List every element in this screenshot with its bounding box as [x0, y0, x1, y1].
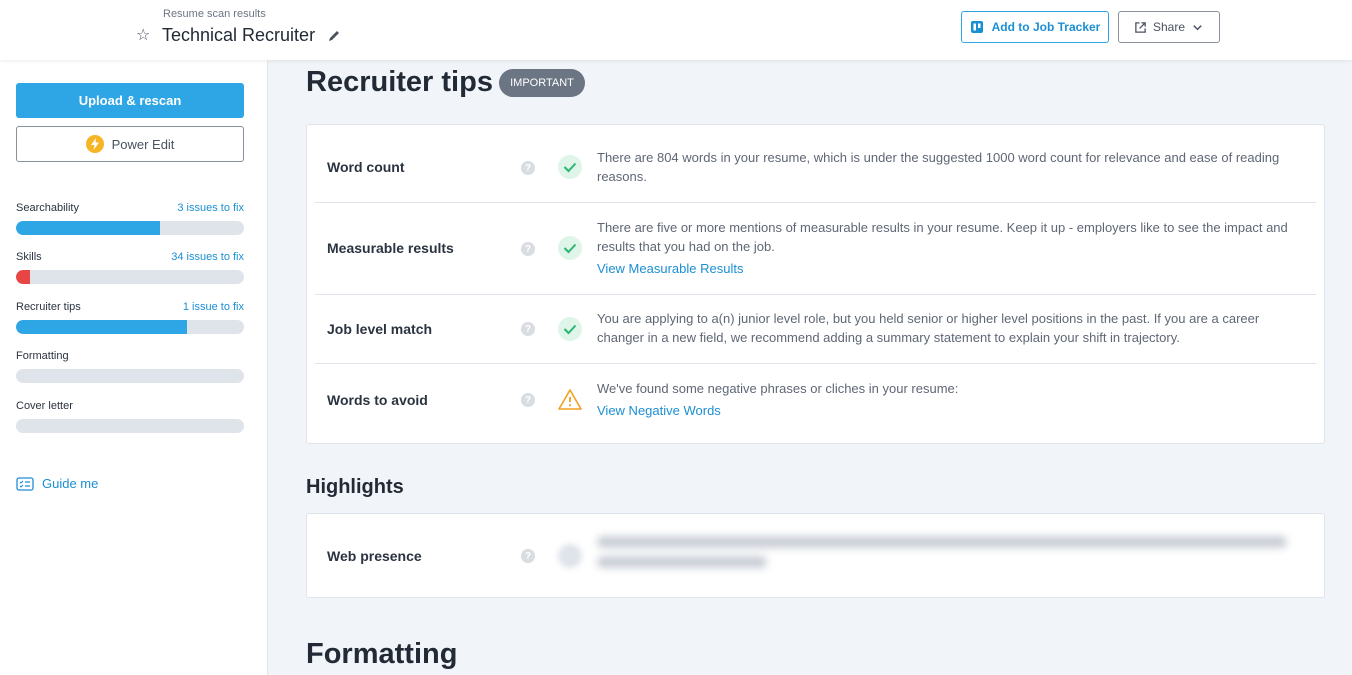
progress-bar [16, 419, 244, 433]
metric-issues-link[interactable]: 3 issues to fix [177, 202, 244, 216]
tip-label: Job level match [327, 321, 433, 337]
upload-rescan-button[interactable]: Upload & rescan [16, 83, 244, 118]
tip-label: Word count [327, 159, 405, 175]
highlight-row-web-presence: Web presence ? [315, 514, 1316, 599]
add-to-job-tracker-label: Add to Job Tracker [991, 20, 1101, 34]
power-edit-button[interactable]: Power Edit [16, 126, 244, 162]
blurred-content [597, 536, 1297, 576]
guide-me-link[interactable]: Guide me [16, 476, 98, 491]
progress-fill [16, 221, 160, 235]
metric-issues-link[interactable]: 1 issue to fix [183, 301, 244, 315]
sidebar: Upload & rescan Power Edit Searchability… [0, 60, 268, 675]
check-circle-icon [558, 317, 582, 341]
metric-label: Cover letter [16, 400, 73, 412]
tip-description: You are applying to a(n) junior level ro… [597, 311, 1260, 345]
progress-bar [16, 270, 244, 284]
pencil-icon[interactable] [327, 29, 341, 43]
tip-text: There are 804 words in your resume, whic… [597, 148, 1297, 186]
progress-bar [16, 369, 244, 383]
highlights-heading: Highlights [306, 476, 404, 498]
help-icon[interactable]: ? [521, 322, 535, 336]
tip-description: There are 804 words in your resume, whic… [597, 150, 1280, 184]
metric-label: Searchability [16, 202, 79, 214]
guide-me-label: Guide me [42, 476, 99, 491]
metric-label: Recruiter tips [16, 301, 81, 313]
breadcrumb: Resume scan results [163, 8, 266, 20]
external-link-icon [1135, 21, 1146, 33]
share-label: Share [1152, 20, 1186, 34]
lightning-bolt-icon [85, 135, 104, 153]
tip-row-measurable-results: Measurable results ? There are five or m… [315, 202, 1316, 294]
help-icon[interactable]: ? [521, 549, 535, 563]
view-measurable-results-link[interactable]: View Measurable Results [597, 259, 1297, 278]
chevron-down-icon [1193, 24, 1202, 30]
view-negative-words-link[interactable]: View Negative Words [597, 401, 1297, 420]
tip-row-words-to-avoid: Words to avoid ? We've found some negati… [315, 363, 1316, 443]
help-icon[interactable]: ? [521, 161, 535, 175]
important-badge: IMPORTANT [499, 69, 585, 97]
highlights-card: Web presence ? [306, 513, 1325, 598]
help-icon[interactable]: ? [521, 242, 535, 256]
title-row: ☆ Technical Recruiter [136, 25, 341, 46]
tip-label: Measurable results [327, 240, 454, 256]
metric-label: Skills [16, 251, 42, 263]
power-edit-label: Power Edit [111, 136, 175, 152]
progress-fill [16, 320, 187, 334]
metric-formatting[interactable]: Formatting [16, 350, 244, 383]
metric-searchability[interactable]: Searchability 3 issues to fix [16, 202, 244, 235]
blurred-line [597, 536, 1287, 548]
tip-row-word-count: Word count ? There are 804 words in your… [315, 125, 1316, 202]
tip-description: We've found some negative phrases or cli… [597, 381, 959, 396]
tip-description: There are five or more mentions of measu… [597, 220, 1288, 254]
metric-issues-link[interactable]: 34 issues to fix [171, 251, 244, 265]
metric-cover-letter[interactable]: Cover letter [16, 400, 244, 433]
help-icon[interactable]: ? [521, 393, 535, 407]
formatting-heading: Formatting [306, 638, 458, 670]
tip-label: Words to avoid [327, 392, 428, 408]
star-icon[interactable]: ☆ [136, 27, 152, 44]
recruiter-tips-card: Word count ? There are 804 words in your… [306, 124, 1325, 444]
share-button[interactable]: Share [1118, 11, 1220, 43]
checklist-icon [16, 476, 34, 491]
add-to-job-tracker-button[interactable]: Add to Job Tracker [961, 11, 1109, 43]
recruiter-tips-heading: Recruiter tips [306, 66, 493, 98]
tracker-icon [970, 21, 983, 33]
metric-label: Formatting [16, 350, 69, 362]
check-circle-icon [558, 236, 582, 260]
warning-icon [558, 389, 582, 410]
progress-bar [16, 320, 244, 334]
progress-fill [16, 270, 30, 284]
page-title: Technical Recruiter [162, 25, 316, 45]
tip-text: You are applying to a(n) junior level ro… [597, 309, 1297, 347]
progress-bar [16, 221, 244, 235]
tip-text: There are five or more mentions of measu… [597, 218, 1297, 278]
metric-recruiter-tips[interactable]: Recruiter tips 1 issue to fix [16, 301, 244, 334]
tip-row-job-level-match: Job level match ? You are applying to a(… [315, 294, 1316, 363]
blurred-status-icon [558, 544, 582, 568]
top-header: Resume scan results ☆ Technical Recruite… [0, 0, 1352, 60]
metric-skills[interactable]: Skills 34 issues to fix [16, 251, 244, 284]
highlight-label: Web presence [327, 548, 422, 564]
tip-text: We've found some negative phrases or cli… [597, 379, 1297, 420]
blurred-line [597, 556, 767, 568]
check-circle-icon [558, 155, 582, 179]
